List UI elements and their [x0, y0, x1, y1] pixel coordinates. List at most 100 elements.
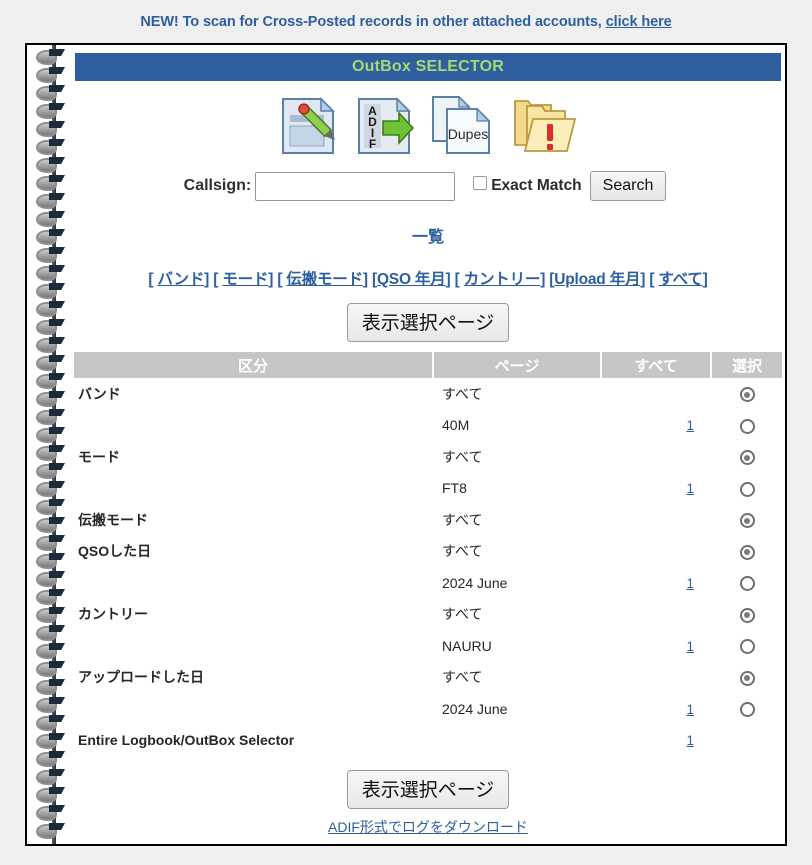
cell-all-count: 1: [602, 725, 712, 757]
spiral-ring: [36, 229, 66, 245]
spiral-ring: [36, 571, 66, 587]
exact-match-checkbox[interactable]: [473, 175, 488, 190]
select-radio[interactable]: [739, 639, 755, 655]
record-count-link[interactable]: 1: [686, 418, 694, 433]
spiral-ring: [36, 787, 66, 803]
display-selection-page-button-bottom[interactable]: 表示選択ページ: [346, 770, 510, 809]
bracket-close-1: ]: [268, 271, 274, 288]
cell-select: [712, 441, 782, 473]
nav-link-band[interactable]: バンド: [157, 271, 204, 288]
display-selection-page-button-top[interactable]: 表示選択ページ: [346, 303, 510, 342]
record-count-link[interactable]: 1: [686, 576, 694, 591]
nav-link-country[interactable]: カントリー: [464, 271, 541, 288]
table-row: NAURU 1: [74, 630, 782, 662]
cell-all-count: [602, 441, 712, 473]
spiral-ring: [36, 373, 66, 389]
table-row: QSOした日 すべて: [74, 536, 782, 568]
folder-alert-icon[interactable]: [511, 95, 579, 157]
exact-match-group: Exact Match: [473, 175, 582, 197]
dupes-document-icon[interactable]: Dupes: [429, 95, 497, 157]
select-radio[interactable]: [739, 702, 755, 718]
cell-all-count: 1: [602, 473, 712, 505]
select-radio[interactable]: [739, 418, 755, 434]
cell-all-count: [602, 504, 712, 536]
cell-page: 40M: [442, 417, 470, 434]
select-radio[interactable]: [739, 513, 755, 529]
record-count-link[interactable]: 1: [686, 639, 694, 654]
select-radio[interactable]: [739, 481, 755, 497]
record-count-link[interactable]: 1: [686, 702, 694, 717]
nav-link-mode[interactable]: モード: [222, 271, 268, 288]
cell-select: [712, 504, 782, 536]
cell-page: NAURU: [442, 637, 492, 654]
cell-page: 2024 June: [442, 700, 508, 717]
cell-all-count: [602, 599, 712, 631]
record-count-link[interactable]: 1: [686, 733, 694, 748]
cell-all-count: [602, 662, 712, 694]
spiral-ring: [36, 463, 66, 479]
table-row: アップロードした日 すべて: [74, 662, 782, 694]
bracket-open-1: [: [213, 271, 223, 288]
page-title: OutBox SELECTOR: [75, 53, 781, 81]
cell-page: すべて: [442, 448, 483, 465]
spiral-ring: [36, 679, 66, 695]
spiral-ring: [36, 805, 66, 821]
select-radio[interactable]: [739, 387, 755, 403]
nav-link-qso-yearmonth[interactable]: QSO 年月: [377, 271, 446, 288]
bracket-close-5: ]: [640, 271, 646, 288]
cell-kubun: QSOした日: [78, 543, 152, 560]
spiral-ring: [36, 481, 66, 497]
cell-kubun: [74, 693, 434, 725]
select-radio[interactable]: [739, 450, 755, 466]
bracket-close-2: ]: [362, 271, 368, 288]
cell-kubun: [74, 473, 434, 505]
search-button[interactable]: Search: [589, 171, 667, 201]
select-radio[interactable]: [739, 576, 755, 592]
cell-kubun: [74, 630, 434, 662]
search-row: Callsign: Exact Match Search: [65, 163, 785, 205]
spiral-ring: [36, 175, 66, 191]
cell-page: [434, 725, 602, 757]
spiral-ring: [36, 409, 66, 425]
spiral-ring: [36, 49, 66, 65]
spiral-ring: [36, 733, 66, 749]
nav-link-upload-yearmonth[interactable]: Upload 年月: [554, 271, 640, 288]
bracket-close-0: ]: [204, 271, 210, 288]
cell-kubun: Entire Logbook/OutBox Selector: [78, 732, 295, 749]
edit-document-icon[interactable]: [277, 95, 339, 157]
spiral-ring: [36, 337, 66, 353]
cell-all-count: [602, 536, 712, 568]
nav-link-all[interactable]: すべて: [658, 271, 702, 288]
spiral-ring: [36, 697, 66, 713]
cell-select: [712, 473, 782, 505]
cell-page: すべて: [442, 385, 483, 402]
adif-export-icon[interactable]: A D I F: [353, 95, 415, 157]
cell-page: すべて: [442, 543, 483, 560]
spiral-ring: [36, 355, 66, 371]
callsign-input[interactable]: [255, 171, 456, 201]
nav-link-propagation-mode[interactable]: 伝搬モード: [286, 271, 363, 288]
select-radio[interactable]: [739, 670, 755, 686]
cell-select: [712, 599, 782, 631]
promo-banner-link[interactable]: click here: [606, 14, 672, 30]
spiral-ring: [36, 643, 66, 659]
promo-banner-message: NEW! To scan for Cross-Posted records in…: [140, 13, 602, 30]
column-header-page: ページ: [434, 352, 602, 378]
bracket-close-4: ]: [540, 271, 546, 288]
category-nav-links: [ バンド] [ モード] [ 伝搬モード] [QSO 年月] [ カントリー]…: [71, 253, 785, 299]
adif-download-link[interactable]: ADIF形式でログをダウンロード: [328, 819, 528, 835]
table-row: Entire Logbook/OutBox Selector 1: [74, 725, 782, 757]
spiral-ring: [36, 157, 66, 173]
bottom-display-button-row: 表示選択ページ: [71, 756, 785, 811]
select-radio[interactable]: [739, 607, 755, 623]
select-radio[interactable]: [739, 544, 755, 560]
spiral-ring: [36, 715, 66, 731]
table-row: 40M 1: [74, 410, 782, 442]
table-row: FT8 1: [74, 473, 782, 505]
record-count-link[interactable]: 1: [686, 481, 694, 496]
spiral-ring: [36, 301, 66, 317]
cell-select: [712, 536, 782, 568]
cell-select: [712, 693, 782, 725]
spiral-ring: [36, 193, 66, 209]
spiral-ring: [36, 553, 66, 569]
